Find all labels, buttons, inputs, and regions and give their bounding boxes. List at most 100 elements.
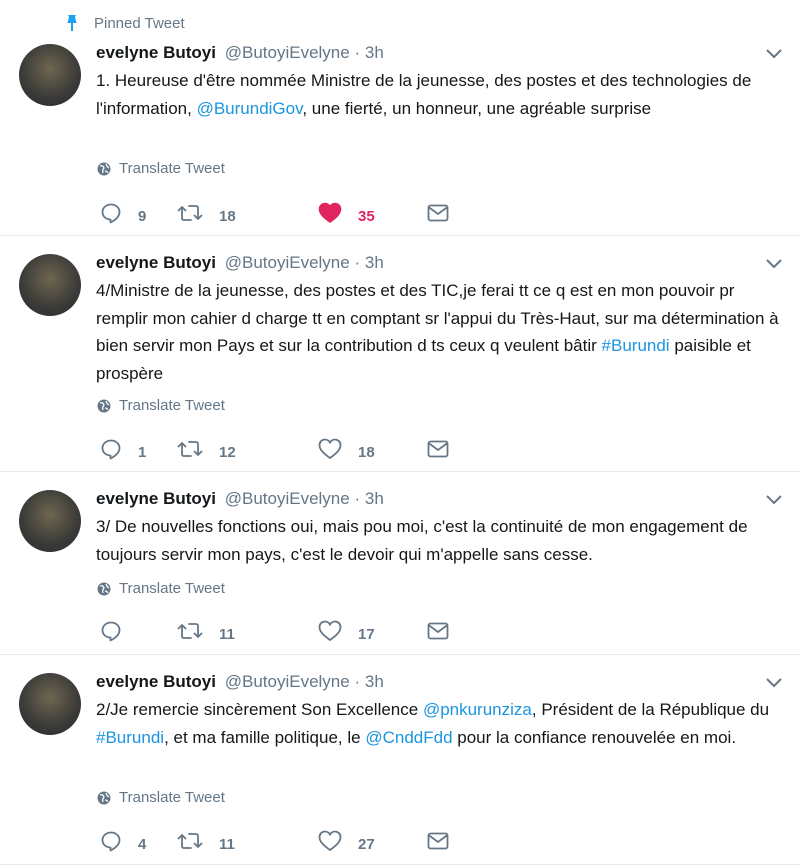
avatar[interactable] [19,673,81,735]
tweet-time[interactable]: 3h [365,253,384,272]
hashtag-link[interactable]: #Burundi [602,336,670,355]
chevron-down-icon[interactable] [765,258,783,270]
translate-tweet-link[interactable]: Translate Tweet [97,397,225,414]
author-handle[interactable]: @ButoyiEvelyne [225,672,350,691]
heart-icon [318,620,342,642]
mention-link[interactable]: @pnkurunziza [423,700,532,719]
tweet-actions: 4 11 27 [100,830,460,853]
tweet-text-segment: , Président de la République du [531,700,770,719]
translate-tweet-link[interactable]: Translate Tweet [97,580,225,597]
translate-label: Translate Tweet [119,789,225,806]
tweet-header: evelyne Butoyi @ButoyiEvelyne · 3h [96,672,384,692]
retweet-count: 18 [219,207,236,225]
reply-button[interactable]: 4 [100,830,147,853]
separator-dot: · [354,43,361,62]
direct-message-button[interactable] [427,830,449,852]
like-button[interactable]: 17 [318,620,375,643]
reply-count: 4 [138,835,147,853]
retweet-button[interactable]: 11 [177,620,235,643]
retweet-icon [177,833,203,849]
direct-message-button[interactable] [427,202,449,224]
tweet-text: 3/ De nouvelles fonctions oui, mais pou … [96,513,786,568]
reply-count: 9 [138,207,147,225]
mention-link[interactable]: @BurundiGov [197,99,303,118]
chevron-down-icon[interactable] [765,48,783,60]
author-handle[interactable]: @ButoyiEvelyne [225,253,350,272]
tweet-text: 2/Je remercie sincèrement Son Excellence… [96,696,786,751]
author-name[interactable]: evelyne Butoyi [96,672,216,691]
translate-label: Translate Tweet [119,397,225,414]
author-name[interactable]: evelyne Butoyi [96,489,216,508]
author-handle[interactable]: @ButoyiEvelyne [225,489,350,508]
like-button[interactable]: 35 [318,202,375,225]
reply-button[interactable]: 9 [100,202,147,225]
globe-icon [97,162,111,175]
hashtag-link[interactable]: #Burundi [96,728,164,747]
author-name[interactable]: evelyne Butoyi [96,253,216,272]
like-count: 18 [358,443,375,461]
pin-icon [67,15,77,31]
translate-label: Translate Tweet [119,580,225,597]
envelope-icon [427,622,449,640]
direct-message-button[interactable] [427,438,449,460]
retweet-count: 11 [219,835,235,853]
tweet[interactable]: evelyne Butoyi @ButoyiEvelyne · 3h 2/Je … [0,655,800,865]
reply-button[interactable]: 1 [100,438,147,461]
retweet-count: 11 [219,625,235,643]
tweet-text: 4/Ministre de la jeunesse, des postes et… [96,277,786,387]
tweet[interactable]: Pinned Tweet evelyne Butoyi @ButoyiEvely… [0,0,800,236]
avatar[interactable] [19,490,81,552]
avatar[interactable] [19,254,81,316]
tweet-time[interactable]: 3h [365,43,384,62]
tweet-text-segment: , et ma famille politique, le [164,727,366,747]
avatar[interactable] [19,44,81,106]
retweet-button[interactable]: 12 [177,438,236,461]
retweet-icon [177,205,203,221]
chevron-down-icon[interactable] [765,677,783,689]
heart-icon [318,830,342,852]
translate-tweet-link[interactable]: Translate Tweet [97,160,225,177]
separator-dot: · [354,489,361,508]
tweet-header: evelyne Butoyi @ButoyiEvelyne · 3h [96,253,384,273]
separator-dot: · [354,672,361,691]
chevron-down-icon[interactable] [765,494,783,506]
like-count: 17 [358,625,375,643]
tweet-time[interactable]: 3h [365,489,384,508]
direct-message-button[interactable] [427,620,449,642]
tweet-header: evelyne Butoyi @ButoyiEvelyne · 3h [96,43,384,63]
translate-label: Translate Tweet [119,160,225,177]
author-name[interactable]: evelyne Butoyi [96,43,216,62]
globe-icon [97,399,111,412]
tweet-time[interactable]: 3h [365,672,384,691]
reply-button[interactable] [100,620,122,642]
tweet-header: evelyne Butoyi @ButoyiEvelyne · 3h [96,489,384,509]
retweet-button[interactable]: 18 [177,202,236,225]
tweet[interactable]: evelyne Butoyi @ButoyiEvelyne · 3h 4/Min… [0,236,800,472]
tweet-text: 1. Heureuse d'être nommée Ministre de la… [96,67,786,122]
like-button[interactable]: 18 [318,438,375,461]
envelope-icon [427,204,449,222]
globe-icon [97,791,111,804]
retweet-button[interactable]: 11 [177,830,235,853]
tweet-text-segment: , une fierté, un honneur, une agréable s… [302,98,652,118]
timeline: Pinned Tweet evelyne Butoyi @ButoyiEvely… [0,0,800,865]
author-handle[interactable]: @ButoyiEvelyne [225,43,350,62]
separator-dot: · [354,253,361,272]
translate-tweet-link[interactable]: Translate Tweet [97,789,225,806]
pinned-indicator: Pinned Tweet [64,14,185,32]
like-count: 35 [358,207,375,225]
retweet-icon [177,441,203,457]
heart-icon [318,202,342,223]
reply-icon [101,621,121,642]
reply-count: 1 [138,443,147,461]
tweet-actions: 9 18 35 [100,202,460,225]
reply-icon [101,831,121,852]
envelope-icon [427,440,449,458]
mention-link[interactable]: @CnddFdd [365,728,452,747]
like-button[interactable]: 27 [318,830,375,853]
tweet[interactable]: evelyne Butoyi @ButoyiEvelyne · 3h 3/ De… [0,472,800,655]
heart-icon [318,438,342,460]
pinned-label: Pinned Tweet [94,14,185,32]
tweet-text-segment: 2/Je remercie sincèrement Son Excellence [96,700,423,719]
tweet-text-segment: pour la confiance renouvelée en moi. [452,727,737,747]
